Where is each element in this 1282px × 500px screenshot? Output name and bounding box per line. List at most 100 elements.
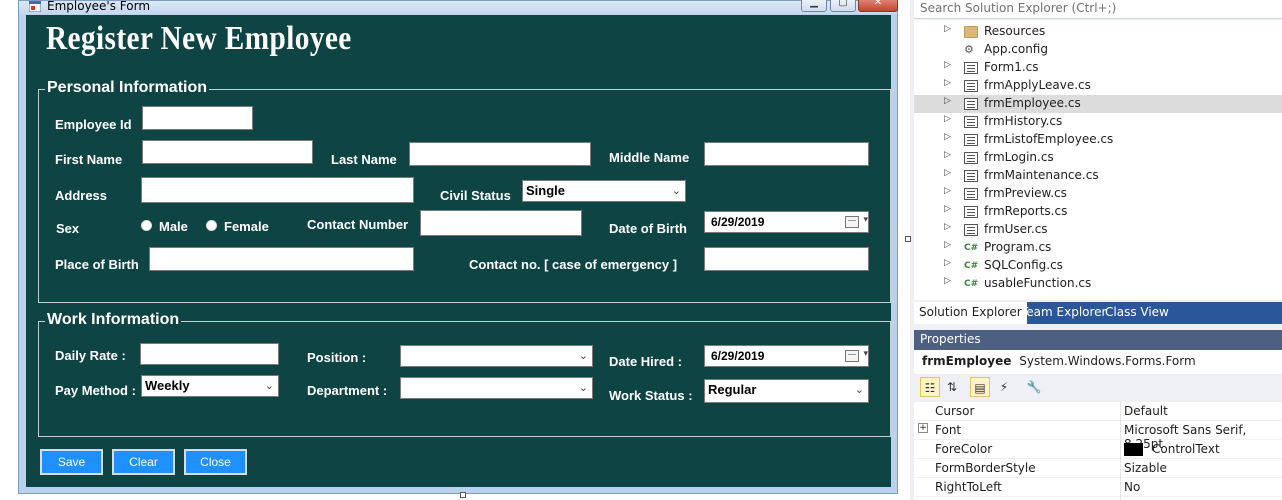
male-radio[interactable] bbox=[141, 220, 152, 231]
tree-item[interactable]: ▷ frmPreview.cs bbox=[914, 185, 1282, 203]
tab-solution-explorer[interactable]: Solution Explorer bbox=[914, 302, 1027, 324]
tree-item[interactable]: ▷ frmHistory.cs bbox=[914, 113, 1282, 131]
emergency-contact-label: Contact no. [ case of emergency ] bbox=[469, 257, 678, 272]
properties-object-selector[interactable]: frmEmployee System.Windows.Forms.Form bbox=[914, 350, 1282, 374]
property-row-righttoleft[interactable]: RightToLeft No bbox=[914, 478, 1282, 497]
property-row-cursor[interactable]: Cursor Default bbox=[914, 402, 1282, 421]
position-select[interactable]: ⌄ bbox=[400, 345, 593, 367]
property-name: FormBorderStyle bbox=[935, 461, 1036, 475]
property-row-forecolor[interactable]: ForeColor ControlText bbox=[914, 440, 1282, 459]
properties-icon[interactable]: ▤ bbox=[970, 377, 990, 397]
tree-item-label: Resources bbox=[984, 24, 1046, 38]
form-window-title: Employee's Form bbox=[47, 0, 151, 13]
expand-arrow-icon[interactable]: ▷ bbox=[944, 24, 951, 34]
tree-item-label: frmHistory.cs bbox=[984, 114, 1063, 128]
alphabetical-icon[interactable]: ⇅ bbox=[942, 377, 962, 397]
tree-item[interactable]: ▷ frmListofEmployee.cs bbox=[914, 131, 1282, 149]
tree-item-label: frmListofEmployee.cs bbox=[984, 132, 1114, 146]
tree-item[interactable]: ▷ frmLogin.cs bbox=[914, 149, 1282, 167]
expand-arrow-icon[interactable]: ▷ bbox=[944, 114, 951, 124]
tree-item[interactable]: ▷ frmUser.cs bbox=[914, 221, 1282, 239]
property-row-formborderstyle[interactable]: FormBorderStyle Sizable bbox=[914, 459, 1282, 478]
date-hired-picker[interactable]: 6/29/2019 ▾ bbox=[704, 345, 869, 367]
tree-item-selected[interactable]: ▷ frmEmployee.cs bbox=[914, 95, 1282, 113]
contact-number-input[interactable] bbox=[420, 210, 582, 236]
daily-rate-input[interactable] bbox=[140, 343, 279, 365]
form-window[interactable]: Employee's Form ▁ ▢ ✕ Register New Emplo… bbox=[18, 0, 898, 494]
tree-item[interactable]: ▷ Form1.cs bbox=[914, 59, 1282, 77]
tree-item[interactable]: ▷ C# Program.cs bbox=[914, 239, 1282, 257]
civil-status-select[interactable]: Single ⌄ bbox=[522, 180, 686, 202]
first-name-input[interactable] bbox=[142, 140, 313, 164]
expand-arrow-icon[interactable]: ▷ bbox=[944, 276, 951, 286]
tree-item[interactable]: ▷ Resources bbox=[914, 23, 1282, 41]
tree-item-label: frmMaintenance.cs bbox=[984, 168, 1099, 182]
expand-arrow-icon[interactable]: ▷ bbox=[944, 240, 951, 250]
property-pages-icon[interactable]: 🔧 bbox=[1024, 377, 1044, 397]
page-title: Register New Employee bbox=[46, 20, 352, 57]
work-status-select[interactable]: Regular ⌄ bbox=[704, 379, 869, 403]
emergency-contact-input[interactable] bbox=[704, 247, 869, 271]
color-swatch bbox=[1124, 443, 1143, 456]
property-value[interactable]: No bbox=[1124, 480, 1140, 494]
expand-arrow-icon[interactable]: ▷ bbox=[944, 258, 951, 268]
pay-method-select[interactable]: Weekly ⌄ bbox=[141, 375, 279, 397]
expand-arrow-icon[interactable]: ▷ bbox=[944, 60, 951, 70]
chevron-down-icon: ▾ bbox=[863, 215, 868, 225]
expand-arrow-icon[interactable]: ▷ bbox=[944, 204, 951, 214]
address-input[interactable] bbox=[141, 177, 414, 203]
tab-team-explorer[interactable]: Team Explorer bbox=[1016, 302, 1112, 324]
object-type: System.Windows.Forms.Form bbox=[1019, 354, 1196, 368]
male-label: Male bbox=[159, 219, 188, 234]
tree-item[interactable]: ▷ frmMaintenance.cs bbox=[914, 167, 1282, 185]
expand-arrow-icon[interactable]: ▷ bbox=[944, 186, 951, 196]
property-value[interactable]: ControlText bbox=[1152, 442, 1220, 456]
property-name: Font bbox=[935, 423, 962, 437]
tree-item[interactable]: ▷ C# SQLConfig.cs bbox=[914, 257, 1282, 275]
resize-handle-right[interactable] bbox=[905, 236, 911, 242]
close-button[interactable]: Close bbox=[184, 449, 247, 475]
csharp-file-icon: C# bbox=[964, 279, 979, 289]
tab-class-view[interactable]: Class View bbox=[1100, 302, 1174, 324]
expand-arrow-icon[interactable]: ▷ bbox=[944, 222, 951, 232]
property-value[interactable]: Sizable bbox=[1124, 461, 1167, 475]
expand-arrow-icon[interactable]: ▷ bbox=[944, 168, 951, 178]
tree-item[interactable]: ⚙ App.config bbox=[914, 41, 1282, 59]
property-name: Cursor bbox=[935, 404, 975, 418]
events-icon[interactable]: ⚡ bbox=[994, 377, 1014, 397]
place-of-birth-input[interactable] bbox=[149, 247, 414, 271]
categorized-icon[interactable]: ☷ bbox=[920, 377, 940, 397]
employee-id-input[interactable] bbox=[142, 106, 253, 130]
clear-button[interactable]: Clear bbox=[112, 449, 175, 475]
tree-item-label: SQLConfig.cs bbox=[984, 258, 1063, 272]
expand-arrow-icon[interactable]: ▷ bbox=[944, 132, 951, 142]
solution-explorer-search[interactable]: Search Solution Explorer (Ctrl+;) bbox=[914, 0, 1282, 19]
tree-item[interactable]: ▷ C# usableFunction.cs bbox=[914, 275, 1282, 293]
expand-arrow-icon[interactable]: ▷ bbox=[944, 150, 951, 160]
expand-arrow-icon[interactable]: ▷ bbox=[944, 78, 951, 88]
last-name-input[interactable] bbox=[409, 142, 591, 166]
middle-name-label: Middle Name bbox=[609, 150, 690, 165]
department-select[interactable]: ⌄ bbox=[400, 377, 593, 399]
calendar-icon[interactable] bbox=[845, 216, 859, 228]
tree-item-label: Form1.cs bbox=[984, 60, 1039, 74]
chevron-down-icon: ⌄ bbox=[578, 381, 588, 394]
property-value[interactable]: Default bbox=[1124, 404, 1168, 418]
female-radio[interactable] bbox=[206, 220, 217, 231]
save-button[interactable]: Save bbox=[40, 449, 103, 475]
close-window-button[interactable]: ✕ bbox=[858, 0, 898, 12]
minimize-button[interactable]: ▁ bbox=[801, 0, 827, 12]
middle-name-input[interactable] bbox=[704, 142, 869, 166]
tree-item[interactable]: ▷ frmApplyLeave.cs bbox=[914, 77, 1282, 95]
department-label: Department : bbox=[307, 383, 388, 398]
csharp-file-icon: C# bbox=[964, 261, 979, 271]
expand-plus-icon[interactable]: + bbox=[918, 423, 928, 433]
resize-handle-bottom[interactable] bbox=[460, 492, 466, 498]
tree-item-label: frmEmployee.cs bbox=[984, 96, 1081, 110]
tree-item[interactable]: ▷ frmReports.cs bbox=[914, 203, 1282, 221]
calendar-icon[interactable] bbox=[845, 350, 859, 362]
maximize-button[interactable]: ▢ bbox=[830, 0, 856, 12]
dob-date-picker[interactable]: 6/29/2019 ▾ bbox=[704, 211, 869, 233]
expand-arrow-icon[interactable]: ▷ bbox=[944, 96, 951, 106]
property-row-font[interactable]: + Font Microsoft Sans Serif, 8.25pt bbox=[914, 421, 1282, 451]
